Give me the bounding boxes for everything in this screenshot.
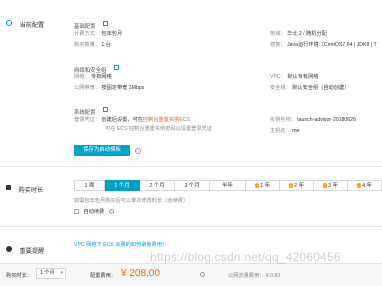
footer-fee-label: 配置费用： (90, 273, 116, 279)
duration-option[interactable]: 1 年 (246, 180, 280, 191)
hostname-row: 主机名： me (270, 128, 300, 134)
region-row: 地域： 华北 2 / 随机分配 (270, 31, 327, 37)
warning-icon (6, 245, 12, 252)
notice-link[interactable]: VPC 网络下 ECS 会费的如何避免费用？ (74, 241, 167, 248)
discount-icon (254, 183, 260, 188)
calendar-icon (6, 185, 11, 191)
credential-row: 登录凭证： 创建后设置，可在控制台重置实例ECS (74, 117, 190, 123)
duration-option[interactable]: 4 年 (348, 180, 382, 191)
network-type-row: 网络： 专有网络 (74, 74, 112, 80)
duration-option[interactable]: 1 周 (74, 180, 105, 191)
duration-option[interactable]: 3 年 (314, 180, 348, 191)
edit-icon[interactable] (103, 107, 109, 113)
discount-icon (356, 183, 362, 188)
duration-section-header: 购买时长 (6, 179, 43, 197)
config-icon (6, 19, 12, 26)
auto-renew-checkbox[interactable] (74, 209, 79, 215)
auto-renew-label: 自动续费 (83, 209, 105, 215)
divider (0, 226, 382, 227)
duration-option[interactable]: 2 年 (280, 180, 314, 191)
vpc-row: VPC： 默认专有网络 (270, 74, 319, 80)
discount-icon (288, 183, 294, 188)
duration-section-label: 购买时长 (18, 187, 44, 194)
duration-option[interactable]: 1 个月 (105, 180, 140, 191)
duration-hint: 如需包年包月购买后可以单次修改时长（含续费） (74, 198, 189, 204)
notice-section-header: 重要提醒 (6, 240, 44, 258)
image-row: 镜像： Java运行环境（CentOS7.64 | JDK8 | T (270, 42, 377, 48)
notice-section-label: 重要提醒 (19, 248, 45, 255)
bandwidth-row: 公网带宽： 按固定带宽 1Mbps (74, 85, 145, 91)
help-icon[interactable] (200, 272, 205, 277)
edit-icon[interactable] (113, 65, 119, 71)
divider (0, 166, 382, 167)
billing-row: 计费方式： 包年包月 (74, 31, 123, 37)
watermark-text: https://blog.csdn.net/qq_42060456 (150, 250, 341, 264)
save-launch-template-button[interactable]: 保存为启动模板 (74, 145, 130, 156)
credential-hint: 可在 ECS 控制台重置实例密码以设置登录凭证 (105, 126, 212, 132)
chevron-down-icon: ▾ (60, 270, 63, 276)
instance-name-row: 实例名称： launch-advisor-20180626 (270, 117, 356, 123)
duration-option[interactable]: 3 个月 (175, 180, 210, 191)
footer-duration-select[interactable]: 1 个月 ▾ (36, 268, 66, 279)
edit-icon[interactable] (103, 21, 109, 27)
footer-fee-value: ¥ 208.00 (121, 268, 160, 279)
duration-option[interactable]: 2 个月 (140, 180, 175, 191)
auto-renew-row: 自动续费 (74, 208, 114, 215)
duration-option[interactable]: 半年 (210, 180, 246, 191)
config-section-label: 当前配置 (19, 22, 45, 29)
help-icon[interactable] (108, 209, 114, 215)
discount-icon (322, 183, 328, 188)
count-row: 购买数量： 1 台 (74, 42, 111, 48)
help-icon[interactable] (135, 147, 141, 154)
footer-duration-label: 购买时长： (6, 273, 32, 279)
reset-instance-link[interactable]: 控制台重置实例 (143, 117, 179, 123)
config-section-header: 当前配置 (6, 14, 44, 32)
duration-selector: 1 周 1 个月 2 个月 3 个月 半年 1 年 2 年 3 年 4 年 (74, 180, 382, 191)
security-group-row: 安全组： 默认安全组（自动创建） (270, 85, 350, 91)
footer-traffic: 公网流量费用： ¥ 0.80 (228, 273, 281, 279)
